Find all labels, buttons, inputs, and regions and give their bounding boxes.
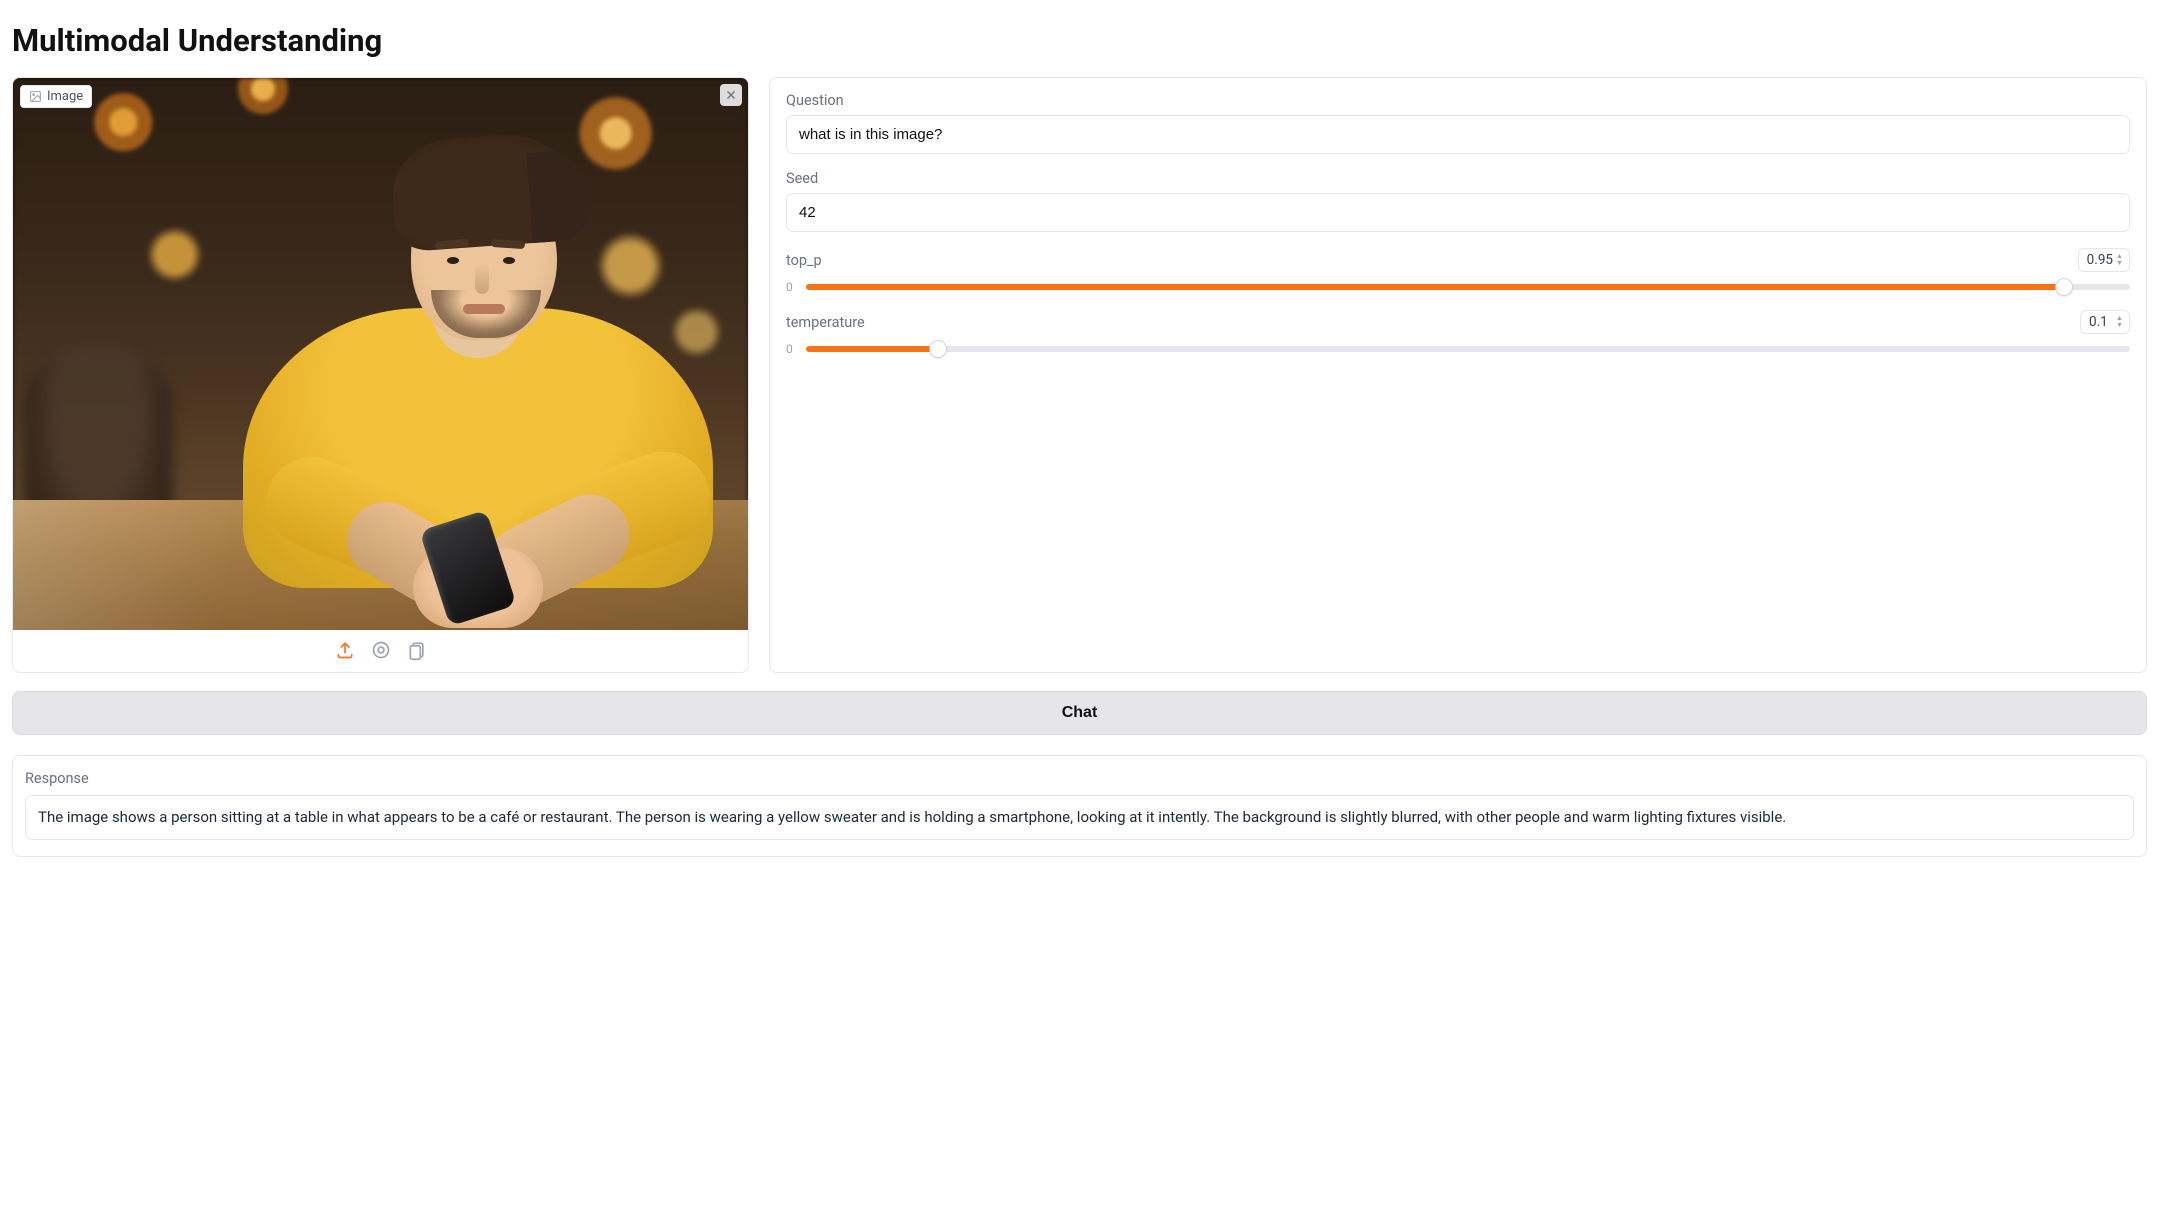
chat-button[interactable]: Chat bbox=[12, 691, 2147, 735]
top-p-number-input[interactable]: 0.95 ▲▼ bbox=[2078, 248, 2130, 272]
image-icon bbox=[29, 90, 42, 103]
top-p-slider[interactable] bbox=[806, 284, 2130, 290]
seed-input[interactable] bbox=[786, 193, 2130, 232]
upload-button[interactable] bbox=[335, 640, 355, 660]
close-icon bbox=[724, 88, 738, 102]
top-p-label: top_p bbox=[786, 252, 822, 269]
camera-icon bbox=[371, 640, 391, 660]
temperature-slider-thumb[interactable] bbox=[929, 340, 947, 358]
clipboard-icon bbox=[407, 640, 427, 660]
temperature-value: 0.1 bbox=[2089, 314, 2108, 330]
paste-button[interactable] bbox=[407, 640, 427, 660]
temperature-number-input[interactable]: 0.1 ▲▼ bbox=[2080, 310, 2130, 334]
response-text: The image shows a person sitting at a ta… bbox=[25, 795, 2134, 840]
upload-icon bbox=[335, 640, 355, 660]
image-upload-card: Image bbox=[12, 77, 749, 673]
webcam-button[interactable] bbox=[371, 640, 391, 660]
stepper-arrows-icon: ▲▼ bbox=[2116, 251, 2126, 269]
response-panel: Response The image shows a person sittin… bbox=[12, 755, 2147, 857]
controls-panel: Question Seed top_p 0.95 ▲▼ 0 bbox=[769, 77, 2147, 673]
page-title: Multimodal Understanding bbox=[12, 22, 2147, 59]
temperature-min: 0 bbox=[786, 342, 796, 356]
top-p-slider-thumb[interactable] bbox=[2055, 278, 2073, 296]
stepper-arrows-icon: ▲▼ bbox=[2116, 313, 2126, 331]
response-label: Response bbox=[25, 770, 2134, 787]
top-p-value: 0.95 bbox=[2087, 252, 2113, 268]
question-input[interactable] bbox=[786, 115, 2130, 154]
temperature-slider[interactable] bbox=[806, 346, 2130, 352]
seed-label: Seed bbox=[786, 170, 2130, 187]
temperature-label: temperature bbox=[786, 314, 865, 331]
clear-image-button[interactable] bbox=[720, 84, 742, 106]
top-p-min: 0 bbox=[786, 280, 796, 294]
uploaded-image[interactable] bbox=[13, 78, 748, 630]
image-badge: Image bbox=[20, 85, 92, 108]
image-badge-label: Image bbox=[47, 89, 83, 104]
question-label: Question bbox=[786, 92, 2130, 109]
image-toolbar bbox=[13, 630, 748, 672]
